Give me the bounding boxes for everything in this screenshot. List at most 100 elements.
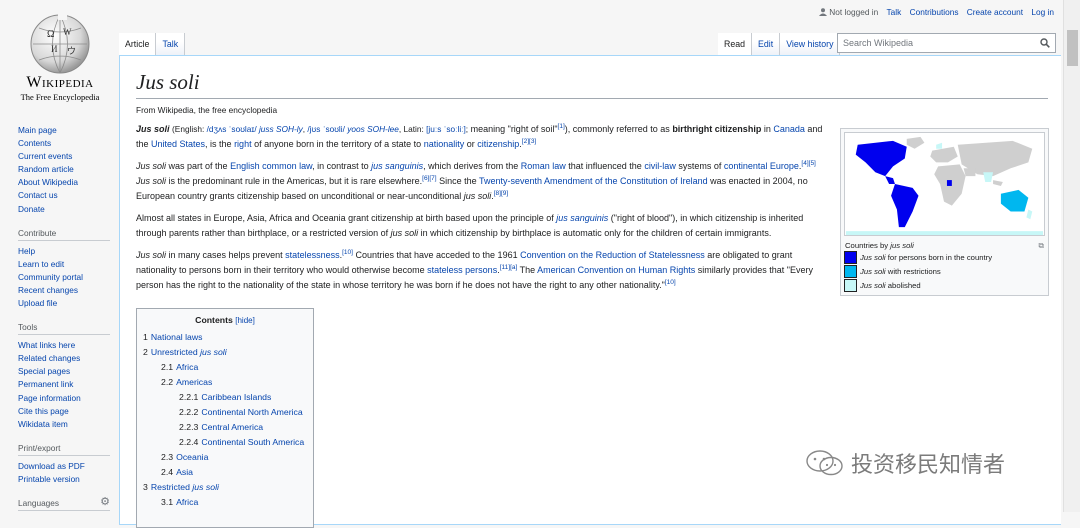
language-settings-gear-icon[interactable]: ⚙ — [100, 495, 110, 508]
link-stateless-persons[interactable]: stateless persons — [427, 265, 497, 275]
sidebar-tools: Tools What links here Related changes Sp… — [18, 322, 118, 431]
link-united-states[interactable]: United States — [151, 139, 205, 149]
sidebar-item-cite-this-page[interactable]: Cite this page — [18, 406, 69, 416]
link-american-convention[interactable]: American Convention on Human Rights — [537, 265, 695, 275]
toc-list: 1 National laws 2 Unrestricted jus soli 2.1 A… — [143, 330, 307, 510]
tab-edit[interactable]: Edit — [752, 33, 781, 55]
sidebar-item-related-changes[interactable]: Related changes — [18, 353, 80, 363]
toc-item-link[interactable]: Restricted jus soli — [151, 482, 219, 492]
scrollbar-thumb[interactable] — [1067, 30, 1078, 66]
sidebar-item-upload-file[interactable]: Upload file — [18, 298, 57, 308]
toc-item-link[interactable]: Caribbean Islands — [201, 392, 271, 402]
toc-item-number: 2.3 — [161, 452, 174, 462]
personal-talk-link[interactable]: Talk — [887, 7, 902, 17]
view-tabs: Read Edit View history — [718, 33, 841, 55]
sidebar-item-about-wikipedia[interactable]: About Wikipedia — [18, 177, 78, 187]
sidebar-item-current-events[interactable]: Current events — [18, 151, 72, 161]
log-in-link[interactable]: Log in — [1031, 7, 1054, 17]
link-english-common-law[interactable]: English common law — [230, 161, 312, 171]
sidebar-item-special-pages[interactable]: Special pages — [18, 366, 70, 376]
link-continental-europe[interactable]: continental Europe — [724, 161, 799, 171]
create-account-link[interactable]: Create account — [967, 7, 1023, 17]
sidebar-heading-print-export: Print/export — [18, 443, 110, 456]
svg-text:ウ: ウ — [67, 46, 76, 56]
sidebar-item-contents[interactable]: Contents — [18, 138, 51, 148]
link-jus-sanguinis[interactable]: jus sanguinis — [371, 161, 423, 171]
sidebar-heading-languages: Languages ⚙ — [18, 495, 110, 511]
link-canada[interactable]: Canada — [773, 124, 805, 134]
sidebar-item-community-portal[interactable]: Community portal — [18, 272, 83, 282]
legend-label: Jus soli for persons born in the country — [860, 253, 993, 262]
sidebar-item-download-pdf[interactable]: Download as PDF — [18, 461, 85, 471]
sidebar-item-wikidata-item[interactable]: Wikidata item — [18, 419, 68, 429]
link-civil-law[interactable]: civil-law — [644, 161, 676, 171]
toc-item-link[interactable]: National laws — [151, 332, 203, 342]
sidebar-item-main-page[interactable]: Main page — [18, 125, 57, 135]
world-map-image[interactable] — [844, 132, 1045, 236]
link-twenty-seventh-amendment[interactable]: Twenty-seventh Amendment of the Constitu… — [479, 176, 708, 186]
link-right[interactable]: right — [234, 139, 252, 149]
sidebar-item-donate[interactable]: Donate — [18, 204, 45, 214]
legend-swatch — [844, 279, 857, 292]
toc-item-link[interactable]: Oceania — [176, 452, 208, 462]
sidebar-item-contact-us[interactable]: Contact us — [18, 190, 58, 200]
toc-item[interactable]: 3 Restricted jus soli — [143, 480, 307, 495]
languages-heading-label: Languages — [18, 497, 60, 508]
link-jus-sanguinis-2[interactable]: jus sanguinis — [556, 213, 608, 223]
toc-item[interactable]: 2.2.4 Continental South America — [143, 435, 307, 450]
toc-item[interactable]: 2.2.1 Caribbean Islands — [143, 390, 307, 405]
toc-item-link[interactable]: Africa — [176, 362, 198, 372]
toc-item-link[interactable]: Central America — [201, 422, 263, 432]
toc-title-text: Contents — [195, 315, 233, 325]
link-roman-law[interactable]: Roman law — [521, 161, 566, 171]
svg-text:И: И — [51, 44, 58, 54]
wikipedia-logo[interactable]: Ω W И ウ Wikipedia The Free Encyclopedia — [18, 10, 102, 104]
toc-item-link[interactable]: Continental South America — [201, 437, 304, 447]
toc-title: Contents [hide] — [143, 315, 307, 325]
toc-item[interactable]: 2.2 Americas — [143, 375, 307, 390]
toc-item-link[interactable]: Unrestricted jus soli — [151, 347, 227, 357]
toc-item-number: 2.2.2 — [179, 407, 199, 417]
sidebar-item-page-information[interactable]: Page information — [18, 393, 81, 403]
sidebar-item-printable-version[interactable]: Printable version — [18, 474, 80, 484]
legend-item: Jus soli for persons born in the country — [844, 251, 1045, 264]
toc-item[interactable]: 2.2.3 Central America — [143, 420, 307, 435]
toc-item-number: 2 — [143, 347, 148, 357]
link-convention-statelessness[interactable]: Convention on the Reduction of Stateless… — [520, 250, 705, 260]
table-of-contents: Contents [hide] 1 National laws 2 Unrestric… — [136, 308, 314, 528]
toc-item[interactable]: 2.4 Asia — [143, 465, 307, 480]
tab-article[interactable]: Article — [119, 33, 157, 55]
sidebar-item-help[interactable]: Help — [18, 246, 35, 256]
search-icon[interactable] — [1040, 38, 1050, 48]
page-scrollbar[interactable] — [1063, 0, 1080, 512]
tab-read[interactable]: Read — [718, 33, 753, 55]
paragraph-1: Jus soli (English: /dʒʌs ˈsoʊlaɪ/ juss S… — [136, 123, 823, 149]
toc-item-link[interactable]: Americas — [176, 377, 212, 387]
sidebar-item-random-article[interactable]: Random article — [18, 164, 74, 174]
sidebar-item-what-links-here[interactable]: What links here — [18, 340, 75, 350]
enlarge-icon[interactable]: ⧉ — [1039, 241, 1045, 251]
personal-contributions-link[interactable]: Contributions — [910, 7, 959, 17]
toc-item[interactable]: 2 Unrestricted jus soli — [143, 345, 307, 360]
tab-talk[interactable]: Talk — [156, 33, 186, 55]
toc-item-link[interactable]: Asia — [176, 467, 193, 477]
toc-item[interactable]: 3.1 Africa — [143, 495, 307, 510]
toc-item-link[interactable]: Africa — [176, 497, 198, 507]
sidebar-print-export: Print/export Download as PDF Printable v… — [18, 443, 118, 486]
toc-hide-toggle[interactable]: [hide] — [235, 316, 255, 325]
link-statelessness[interactable]: statelessness — [285, 250, 340, 260]
toc-item[interactable]: 1 National laws — [143, 330, 307, 345]
sidebar-item-learn-to-edit[interactable]: Learn to edit — [18, 259, 64, 269]
toc-item[interactable]: 2.2.2 Continental North America — [143, 405, 307, 420]
wikipedia-wordmark: Wikipedia — [26, 74, 94, 91]
paragraph-3: Almost all states in Europe, Asia, Afric… — [136, 213, 804, 238]
toc-item-link[interactable]: Continental North America — [201, 407, 302, 417]
toc-item[interactable]: 2.3 Oceania — [143, 450, 307, 465]
link-citizenship[interactable]: citizenship — [477, 139, 519, 149]
search-input[interactable]: Search Wikipedia — [837, 33, 1056, 53]
sidebar-item-permanent-link[interactable]: Permanent link — [18, 379, 73, 389]
tab-view-history[interactable]: View history — [780, 33, 841, 55]
sidebar-item-recent-changes[interactable]: Recent changes — [18, 285, 78, 295]
toc-item[interactable]: 2.1 Africa — [143, 360, 307, 375]
link-nationality[interactable]: nationality — [424, 139, 465, 149]
